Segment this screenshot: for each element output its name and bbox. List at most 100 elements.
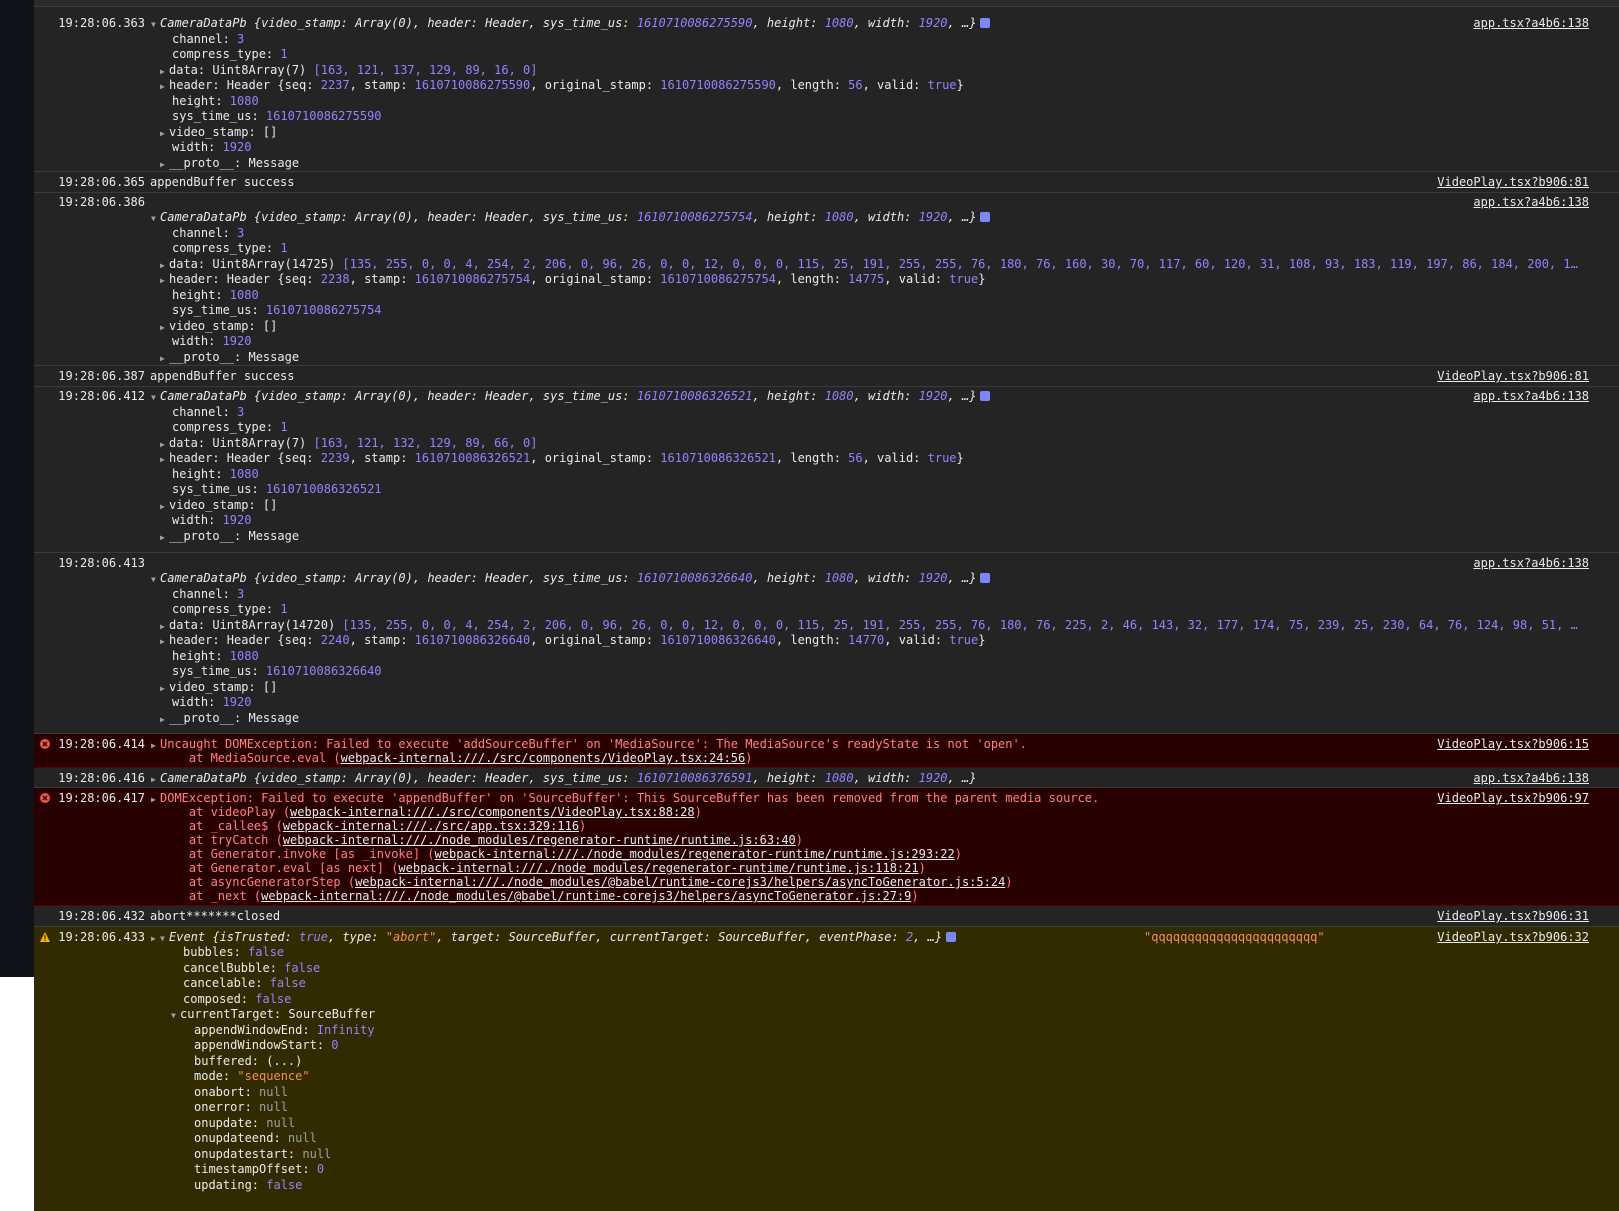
stack-link[interactable]: webpack-internal:///./node_modules/@babe…	[355, 875, 1005, 889]
object-summary[interactable]: ▼ CameraDataPb {video_stamp: Array(0), he…	[151, 571, 991, 585]
expand-triangle-icon[interactable]: ▶	[151, 741, 160, 750]
prop-proto[interactable]: ▶ __proto__: Message	[160, 156, 299, 170]
summary-type: "abort"	[385, 930, 437, 944]
expand-triangle-icon[interactable]: ▶	[160, 354, 169, 363]
prop-width: width: 1920	[172, 140, 252, 154]
summary-text: , …}	[913, 930, 943, 944]
stack-frame: at videoPlay (webpack-internal:///./src/…	[160, 805, 702, 819]
prop-video-stamp[interactable]: ▶ video_stamp: []	[160, 319, 277, 333]
source-link[interactable]: app.tsx?a4b6:138	[1473, 16, 1589, 30]
summary-text: , height:	[752, 210, 825, 224]
object-summary[interactable]: ▶ CameraDataPb {video_stamp: Array(0), he…	[151, 771, 976, 785]
source-link[interactable]: app.tsx?a4b6:138	[1473, 771, 1589, 785]
prop-header[interactable]: ▶ header: Header {seq: 2239, stamp: 16107…	[160, 451, 964, 465]
console-message-log[interactable]: 19:28:06.432 abort*******closed VideoPla…	[34, 906, 1619, 927]
stack-link[interactable]: webpack-internal:///./node_modules/regen…	[398, 861, 918, 875]
prop-header[interactable]: ▶ header: Header {seq: 2240, stamp: 16107…	[160, 633, 985, 647]
source-link[interactable]: VideoPlay.tsx?b906:32	[1437, 930, 1589, 944]
info-badge-icon[interactable]	[980, 573, 991, 583]
collapse-triangle-icon[interactable]: ▼	[151, 214, 160, 223]
console-error-add-source-buffer[interactable]: 19:28:06.414 VideoPlay.tsx?b906:15 ▶ Unca…	[34, 734, 1619, 768]
console-message-camera-data[interactable]: 19:28:06.413 app.tsx?a4b6:138 ▼ CameraDat…	[34, 553, 1619, 734]
object-summary[interactable]: ▼ CameraDataPb {video_stamp: Array(0), he…	[151, 16, 991, 30]
source-link[interactable]: VideoPlay.tsx?b906:81	[1437, 369, 1589, 383]
console-message-camera-data[interactable]: 19:28:06.386 app.tsx?a4b6:138 ▼ CameraDat…	[34, 193, 1619, 366]
expand-triangle-icon[interactable]: ▶	[160, 715, 169, 724]
prop-data[interactable]: ▶ data: Uint8Array(14725) [135, 255, 0, 0…	[160, 257, 1610, 271]
source-link[interactable]: app.tsx?a4b6:138	[1473, 195, 1589, 209]
console-error-append-buffer[interactable]: 19:28:06.417 VideoPlay.tsx?b906:97 ▶ DOME…	[34, 788, 1619, 906]
summary-text: , width:	[853, 771, 919, 785]
console-message-camera-data[interactable]: 19:28:06.363 app.tsx?a4b6:138 ▼ CameraDat…	[34, 7, 1619, 172]
collapse-triangle-icon[interactable]: ▼	[160, 934, 169, 943]
prop-buffered[interactable]: buffered: (...)	[194, 1054, 302, 1068]
object-type: CameraDataPb	[160, 16, 247, 30]
stack-link[interactable]: webpack-internal:///./node_modules/regen…	[283, 833, 796, 847]
expand-triangle-icon[interactable]: ▶	[160, 622, 169, 631]
expand-triangle-icon[interactable]: ▶	[160, 637, 169, 646]
console-message-camera-data[interactable]: 19:28:06.412 app.tsx?a4b6:138 ▼ CameraDat…	[34, 387, 1619, 553]
source-link[interactable]: VideoPlay.tsx?b906:81	[1437, 175, 1589, 189]
error-message[interactable]: ▶ Uncaught DOMException: Failed to execut…	[151, 737, 1027, 751]
expand-triangle-icon[interactable]: ▶	[160, 82, 169, 91]
console-message-log[interactable]: 19:28:06.365 appendBuffer success VideoP…	[34, 172, 1619, 193]
prop-proto[interactable]: ▶ __proto__: Message	[160, 529, 299, 543]
summary-height: 1080	[824, 16, 854, 30]
source-link[interactable]: app.tsx?a4b6:138	[1473, 389, 1589, 403]
expand-triangle-icon[interactable]: ▶	[160, 684, 169, 693]
collapse-triangle-icon[interactable]: ▼	[151, 20, 160, 29]
collapse-triangle-icon[interactable]: ▼	[151, 575, 160, 584]
expand-triangle-icon[interactable]: ▶	[160, 160, 169, 169]
object-summary[interactable]: ▼ CameraDataPb {video_stamp: Array(0), he…	[151, 389, 991, 403]
expand-triangle-icon[interactable]: ▶	[160, 129, 169, 138]
stack-link[interactable]: webpack-internal:///./src/components/Vid…	[290, 805, 695, 819]
object-summary[interactable]: ▼ CameraDataPb {video_stamp: Array(0), he…	[151, 210, 991, 224]
info-badge-icon[interactable]	[946, 932, 957, 942]
info-badge-icon[interactable]	[980, 391, 991, 401]
expand-triangle-icon[interactable]: ▶	[160, 261, 169, 270]
error-message[interactable]: ▶ DOMException: Failed to execute 'append…	[151, 791, 1099, 805]
expand-triangle-icon[interactable]: ▶	[151, 795, 160, 804]
expand-triangle-icon[interactable]: ▶	[160, 276, 169, 285]
source-link[interactable]: VideoPlay.tsx?b906:15	[1437, 737, 1589, 751]
prop-video-stamp[interactable]: ▶ video_stamp: []	[160, 125, 277, 139]
source-link[interactable]: VideoPlay.tsx?b906:97	[1437, 791, 1589, 805]
prop-data[interactable]: ▶ data: Uint8Array(14720) [135, 255, 0, 0…	[160, 618, 1610, 632]
source-link[interactable]: app.tsx?a4b6:138	[1473, 556, 1589, 570]
expand-triangle-icon[interactable]: ▶	[160, 455, 169, 464]
summary-text: , width:	[853, 210, 919, 224]
prop-video-stamp[interactable]: ▶ video_stamp: []	[160, 680, 277, 694]
expand-triangle-icon[interactable]: ▶	[160, 440, 169, 449]
prop-proto[interactable]: ▶ __proto__: Message	[160, 711, 299, 725]
expand-triangle-icon[interactable]: ▶	[160, 67, 169, 76]
prop-data[interactable]: ▶ data: Uint8Array(7) [163, 121, 132, 129…	[160, 436, 537, 450]
prop-cancel-bubble: cancelBubble: false	[183, 961, 321, 975]
prop-header[interactable]: ▶ header: Header {seq: 2237, stamp: 16107…	[160, 78, 964, 92]
stack-link[interactable]: webpack-internal:///./node_modules/regen…	[435, 847, 955, 861]
summary-height: 1080	[824, 571, 854, 585]
prop-data[interactable]: ▶ data: Uint8Array(7) [163, 121, 137, 129…	[160, 63, 537, 77]
source-link[interactable]: VideoPlay.tsx?b906:31	[1437, 909, 1589, 923]
console-warning-abort-event[interactable]: 19:28:06.433 VideoPlay.tsx?b906:32 ▶ ▼ Eve…	[34, 927, 1619, 1211]
prop-proto[interactable]: ▶ __proto__: Message	[160, 350, 299, 364]
expand-triangle-icon[interactable]: ▶	[160, 323, 169, 332]
collapse-triangle-icon[interactable]: ▼	[151, 393, 160, 402]
expand-triangle-icon[interactable]: ▶	[160, 502, 169, 511]
info-badge-icon[interactable]	[980, 212, 991, 222]
console-message-log[interactable]: 19:28:06.387 appendBuffer success VideoP…	[34, 366, 1619, 387]
summary-height: 1080	[824, 389, 854, 403]
stack-link[interactable]: webpack-internal:///./node_modules/@babe…	[261, 889, 911, 903]
collapse-triangle-icon[interactable]: ▼	[171, 1011, 180, 1020]
expand-triangle-icon[interactable]: ▶	[151, 934, 160, 943]
expand-triangle-icon[interactable]: ▶	[160, 533, 169, 542]
expand-triangle-icon[interactable]: ▶	[151, 775, 160, 784]
prop-header[interactable]: ▶ header: Header {seq: 2238, stamp: 16107…	[160, 272, 985, 286]
prop-current-target[interactable]: ▼ currentTarget: SourceBuffer	[171, 1007, 375, 1021]
object-summary[interactable]: ▶ ▼ Event {isTrusted: true, type: "abort",…	[151, 930, 957, 944]
object-type: CameraDataPb	[160, 771, 247, 785]
console-message-camera-data[interactable]: 19:28:06.416 app.tsx?a4b6:138 ▶ CameraDat…	[34, 768, 1619, 788]
info-badge-icon[interactable]	[980, 18, 991, 28]
stack-link[interactable]: webpack-internal:///./src/components/Vid…	[341, 751, 746, 765]
stack-link[interactable]: webpack-internal:///./src/app.tsx:329:11…	[283, 819, 579, 833]
prop-video-stamp[interactable]: ▶ video_stamp: []	[160, 498, 277, 512]
